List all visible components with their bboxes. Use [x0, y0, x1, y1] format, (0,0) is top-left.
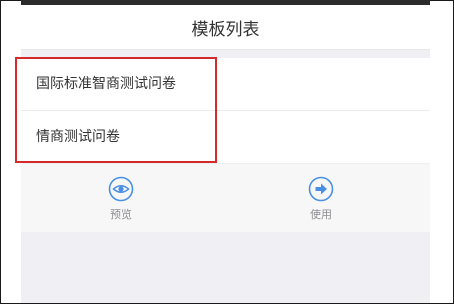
use-button[interactable]: 使用: [281, 176, 361, 222]
template-list: 国际标准智商测试问卷 情商测试问卷: [21, 58, 430, 163]
list-item-template[interactable]: 国际标准智商测试问卷: [21, 58, 430, 111]
nav-header: 模板列表: [21, 5, 430, 50]
action-bar: 预览 使用: [21, 164, 430, 232]
list-item-template[interactable]: 情商测试问卷: [21, 111, 430, 163]
preview-label: 预览: [110, 208, 132, 221]
arrow-right-circle-icon: [281, 176, 361, 202]
app-screen: 模板列表 国际标准智商测试问卷 情商测试问卷 预览 使用: [21, 5, 430, 303]
eye-icon: [81, 176, 161, 202]
use-label: 使用: [310, 208, 332, 221]
page-title: 模板列表: [191, 20, 260, 40]
preview-button[interactable]: 预览: [81, 176, 161, 222]
